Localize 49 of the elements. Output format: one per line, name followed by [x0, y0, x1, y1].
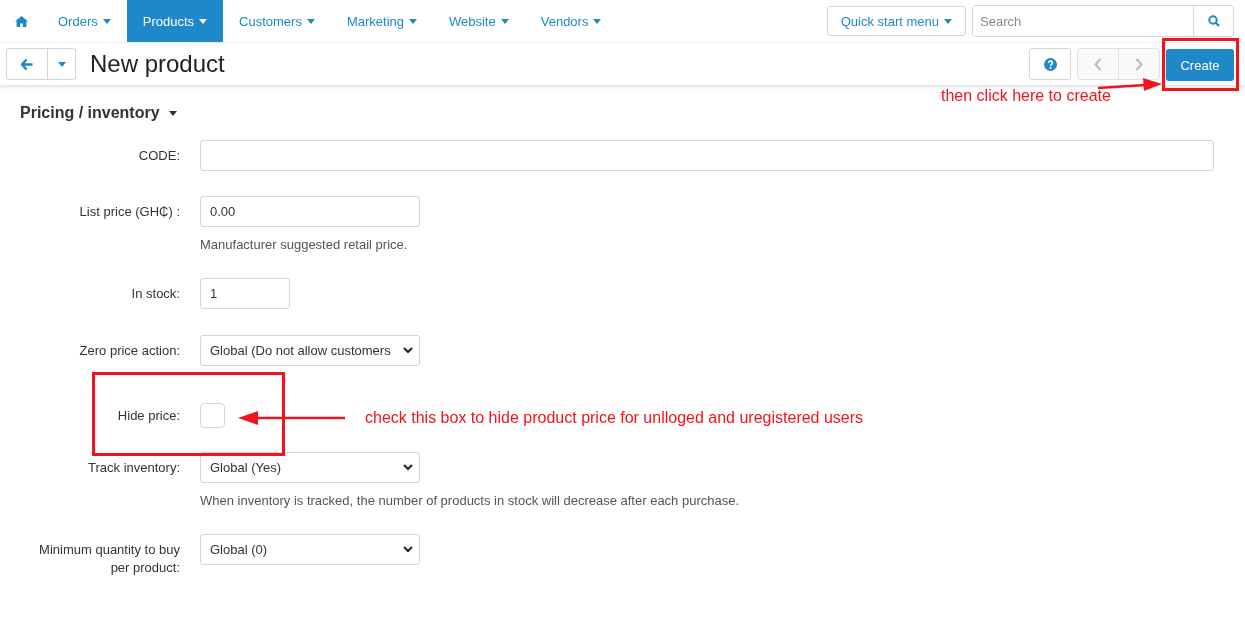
caret-icon [57, 61, 66, 67]
caret-icon [593, 18, 602, 24]
caret-icon [168, 110, 177, 116]
field-label: List price (GH₵) : [78, 203, 180, 221]
page-title: New product [90, 50, 226, 78]
nav-tab[interactable]: Customers [223, 0, 331, 42]
caret-icon [500, 18, 509, 24]
nav-tab[interactable]: Marketing [330, 0, 433, 42]
chevron-down-icon [403, 347, 413, 354]
caret-icon [199, 18, 208, 24]
create-button[interactable]: Create [1166, 49, 1234, 81]
field-label: In stock: [130, 285, 180, 303]
caret-icon [409, 18, 417, 24]
search-field[interactable]: Search [972, 5, 1234, 37]
annotation-text: check this box to hide product price for unlloged and uregistered users [365, 409, 864, 427]
select-dropdown[interactable]: Global (0) [200, 534, 420, 565]
help-text: Manufacturer suggested retail price. [200, 237, 409, 252]
field-label: Track inventory: [87, 459, 180, 477]
help-text: When inventory is tracked, the number of products in stock will decrease after each purchase. [200, 493, 741, 508]
field-label: CODE: [137, 147, 180, 165]
checkbox[interactable] [200, 403, 225, 428]
chevron-right-icon [1135, 57, 1143, 71]
field-label: Minimum quantity to buy per product: [38, 541, 180, 577]
chevron-left-icon [1094, 57, 1102, 71]
nav-tab[interactable]: Products [126, 0, 224, 42]
help-button[interactable] [1029, 48, 1071, 80]
arrow-left-icon [21, 58, 33, 70]
chevron-down-icon [403, 546, 413, 553]
nav-tab[interactable]: Website [433, 0, 525, 42]
text-field[interactable]: 1 [200, 278, 290, 309]
select-dropdown[interactable]: Global (Do not allow customers [200, 335, 420, 366]
select-dropdown[interactable]: Global (Yes) [200, 452, 420, 483]
text-field[interactable]: 0.00 [200, 196, 420, 227]
field-label: Zero price action: [78, 342, 180, 360]
text-field[interactable] [200, 140, 1214, 171]
nav-tab[interactable]: Orders [42, 0, 127, 42]
quick-start-menu-button[interactable]: Quick start menu [826, 6, 966, 36]
field-label: Hide price: [116, 407, 180, 425]
caret-icon [102, 18, 111, 24]
section-title[interactable]: Pricing / inventory [20, 104, 160, 122]
caret-icon [306, 18, 315, 24]
question-circle-icon [1043, 57, 1057, 71]
annotation-text: then click here to create [941, 87, 1111, 105]
arrow [1097, 76, 1163, 92]
home-icon[interactable] [14, 15, 28, 27]
chevron-down-icon [403, 464, 413, 471]
caret-icon [944, 18, 952, 24]
search-icon [1207, 15, 1220, 27]
nav-tab[interactable]: Vendors [524, 0, 618, 42]
